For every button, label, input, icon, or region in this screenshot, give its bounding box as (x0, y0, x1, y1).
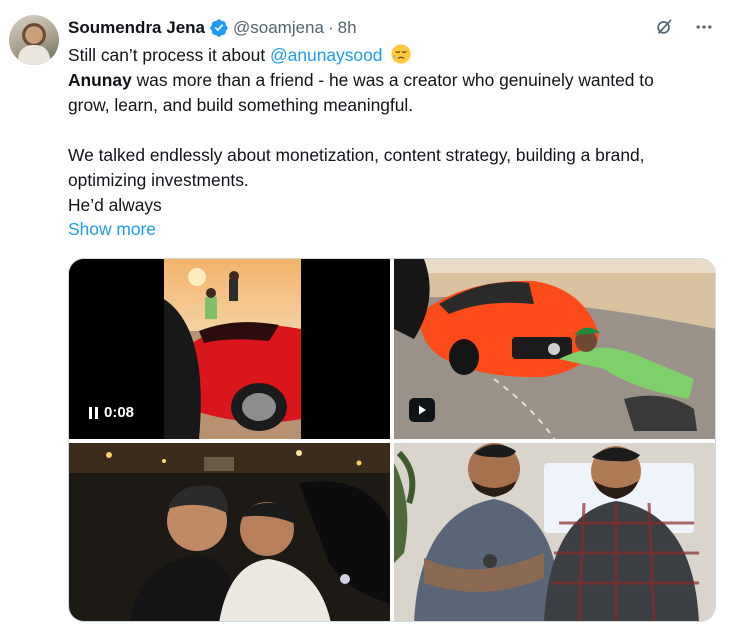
video-1-timestamp: 0:08 (104, 404, 135, 421)
text-line-6: He’d always (68, 195, 162, 215)
author-handle[interactable]: @soamjena (233, 18, 324, 38)
verified-badge-icon (210, 19, 228, 37)
play-button-icon[interactable] (409, 398, 435, 422)
tweet-time[interactable]: 8h (338, 18, 357, 38)
grok-icon[interactable] (651, 14, 677, 40)
photo-4-image (394, 443, 715, 621)
avatar[interactable] (9, 15, 59, 65)
photo-3-image (69, 443, 390, 621)
mention-link[interactable]: @anunaysood (270, 45, 382, 65)
media-video-1[interactable]: 0:08 (69, 259, 390, 439)
more-icon[interactable] (691, 14, 717, 40)
text-segment: was more than a friend - he was a creato… (131, 70, 654, 90)
text-line-1: Still can’t process it about @anunaysood (68, 43, 728, 68)
video-2-frame (394, 259, 715, 439)
text-line-4: We talked endlessly about monetization, … (68, 145, 645, 165)
tweet: Soumendra Jena @soamjena · 8h Still can’… (0, 0, 747, 629)
video-1-pause-control[interactable]: 0:08 (89, 404, 134, 421)
text-segment: Still can’t process it about (68, 45, 271, 65)
bold-name: Anunay (68, 70, 132, 90)
media-video-2[interactable] (394, 259, 715, 439)
pause-icon (89, 406, 98, 419)
media-photo-4[interactable] (394, 443, 715, 621)
author-name[interactable]: Soumendra Jena (68, 18, 205, 38)
show-more-link[interactable]: Show more (68, 219, 156, 240)
separator-dot: · (327, 18, 334, 37)
text-line-2: Anunay was more than a friend - he was a… (68, 68, 728, 93)
text-line-3: grow, learn, and build something meaning… (68, 95, 414, 115)
tweet-header: Soumendra Jena @soamjena · 8h (68, 16, 357, 40)
tweet-actions-top (651, 14, 717, 40)
media-photo-3[interactable] (69, 443, 390, 621)
tweet-text: Still can’t process it about @anunaysood… (68, 43, 728, 218)
text-line-5: optimizing investments. (68, 170, 249, 190)
avatar-figure (18, 45, 50, 65)
sad-relieved-emoji-icon (391, 44, 411, 64)
media-grid: 0:08 (68, 258, 716, 622)
